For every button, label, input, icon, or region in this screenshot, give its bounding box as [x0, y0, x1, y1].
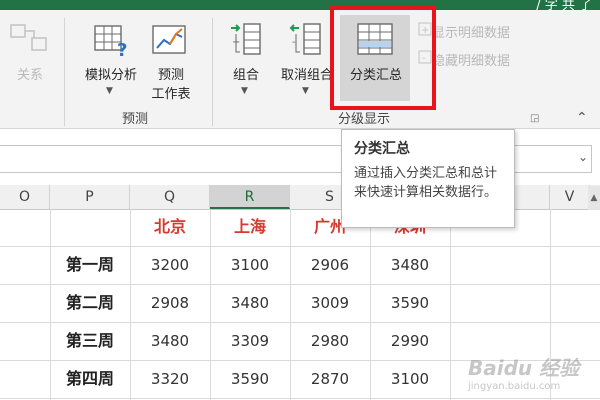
column-header-v[interactable]: V — [550, 185, 590, 209]
cell-value[interactable]: 2906 — [290, 246, 370, 284]
cell-value[interactable]: 2908 — [130, 284, 210, 322]
what-if-analysis-button[interactable]: 模拟分析 — [78, 64, 144, 83]
column-header-p[interactable]: P — [50, 185, 130, 209]
forecast-sheet-label-2: 工作表 — [151, 87, 191, 102]
tooltip-body: 通过插入分类汇总和总计来快速计算相关数据行。 — [354, 166, 498, 200]
cell-week[interactable]: 第四周 — [50, 360, 130, 398]
cell-value[interactable]: 2990 — [370, 322, 450, 360]
cell-value[interactable]: 3200 — [130, 246, 210, 284]
collapse-ribbon-icon[interactable]: ⌃ — [576, 110, 588, 126]
relation-button[interactable]: 关系 — [10, 64, 50, 83]
cell-value[interactable]: 3009 — [290, 284, 370, 322]
column-header-q[interactable]: Q — [130, 185, 210, 209]
show-detail-button[interactable]: 显示明细数据 — [432, 22, 510, 41]
chevron-down-icon[interactable]: ▼ — [241, 86, 248, 96]
title-bar: / 字 共 了 — [0, 0, 600, 13]
group-label-outline: 分级显示 — [338, 112, 391, 127]
what-if-icon: ? — [93, 22, 129, 58]
cell-value[interactable]: 3480 — [210, 284, 290, 322]
watermark-url: jingyan.baidu.com — [468, 381, 561, 392]
svg-text:+: + — [232, 37, 240, 48]
column-header-o[interactable]: O — [0, 185, 50, 209]
cell-value[interactable]: 2980 — [290, 322, 370, 360]
ungroup-icon: - — [288, 22, 324, 58]
chevron-down-icon[interactable]: ▼ — [302, 86, 309, 96]
watermark-brand: Baidu 经验 — [468, 356, 580, 380]
group-icon: + — [228, 22, 264, 58]
ribbon-separator — [64, 18, 65, 126]
cell-city-shanghai[interactable]: 上海 — [210, 208, 290, 246]
formula-bar-expand-icon[interactable]: ⌄ — [578, 150, 588, 164]
cell-city-beijing[interactable]: 北京 — [130, 208, 210, 246]
cell-value[interactable]: 3480 — [370, 246, 450, 284]
relation-icon — [10, 24, 50, 54]
forecast-sheet-button[interactable]: 预测 工作表 — [146, 64, 196, 102]
forecast-sheet-label-1: 预测 — [157, 68, 184, 83]
cell-value[interactable]: 3590 — [210, 360, 290, 398]
highlight-frame — [330, 6, 436, 110]
scroll-up-icon[interactable]: ▲ — [588, 186, 600, 210]
tooltip-title: 分类汇总 — [354, 141, 410, 157]
cell-value[interactable]: 2870 — [290, 360, 370, 398]
cell-value[interactable]: 3100 — [370, 360, 450, 398]
cell-value[interactable]: 3480 — [130, 322, 210, 360]
tooltip: 分类汇总 通过插入分类汇总和总计来快速计算相关数据行。 — [341, 129, 515, 228]
dialog-launcher-icon[interactable]: ◲ — [530, 113, 539, 124]
cell-value[interactable]: 3100 — [210, 246, 290, 284]
cell-value[interactable]: 3320 — [130, 360, 210, 398]
cell-week[interactable]: 第三周 — [50, 322, 130, 360]
gridline — [450, 209, 451, 400]
group-button[interactable]: 组合 — [228, 64, 264, 83]
column-header-r[interactable]: R — [210, 185, 290, 209]
cell-value[interactable]: 3590 — [370, 284, 450, 322]
cell-week[interactable]: 第一周 — [50, 246, 130, 284]
chevron-down-icon[interactable]: ▼ — [106, 86, 113, 96]
forecast-sheet-icon — [152, 24, 188, 56]
svg-text:?: ? — [117, 40, 127, 58]
cell-week[interactable]: 第二周 — [50, 284, 130, 322]
gridline — [0, 398, 600, 399]
group-label-forecast: 预测 — [122, 112, 149, 127]
watermark: Baidu 经验 jingyan.baidu.com — [468, 352, 579, 392]
ribbon-separator — [212, 18, 213, 126]
svg-text:-: - — [292, 37, 296, 48]
hide-detail-button[interactable]: 隐藏明细数据 — [432, 50, 510, 69]
cell-value[interactable]: 3309 — [210, 322, 290, 360]
